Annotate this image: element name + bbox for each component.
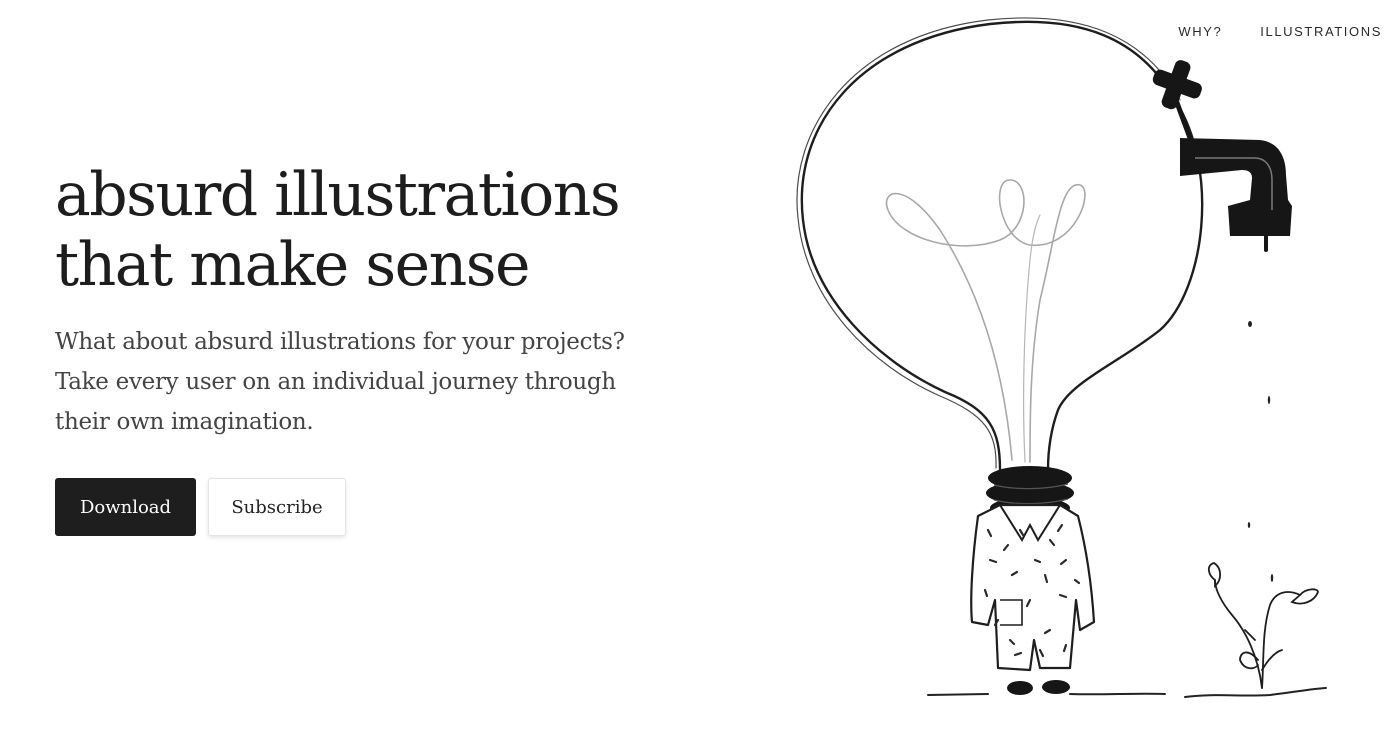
hero-title: absurd illustrations that make sense [55, 160, 695, 300]
hero-actions: Download Subscribe [55, 478, 695, 536]
ground-icon [927, 687, 1327, 698]
hero-title-line: absurd illustrations [55, 160, 621, 230]
subscribe-button[interactable]: Subscribe [208, 478, 346, 536]
water-drop-icon [1247, 321, 1274, 582]
hero-illustration [796, 17, 1327, 698]
hero-description-line: their own imagination. [55, 409, 314, 435]
download-button[interactable]: Download [55, 478, 196, 536]
hero-description-line: Take every user on an individual journey… [55, 369, 616, 395]
faucet-icon [1152, 60, 1292, 252]
hero-section: absurd illustrations that make sense Wha… [55, 160, 695, 536]
lightbulb-person-icon [796, 17, 1204, 695]
sprout-icon [1207, 562, 1319, 689]
hero-description-line: What about absurd illustrations for your… [55, 329, 625, 355]
hero-title-line: that make sense [55, 230, 531, 300]
hero-description: What about absurd illustrations for your… [55, 322, 695, 442]
